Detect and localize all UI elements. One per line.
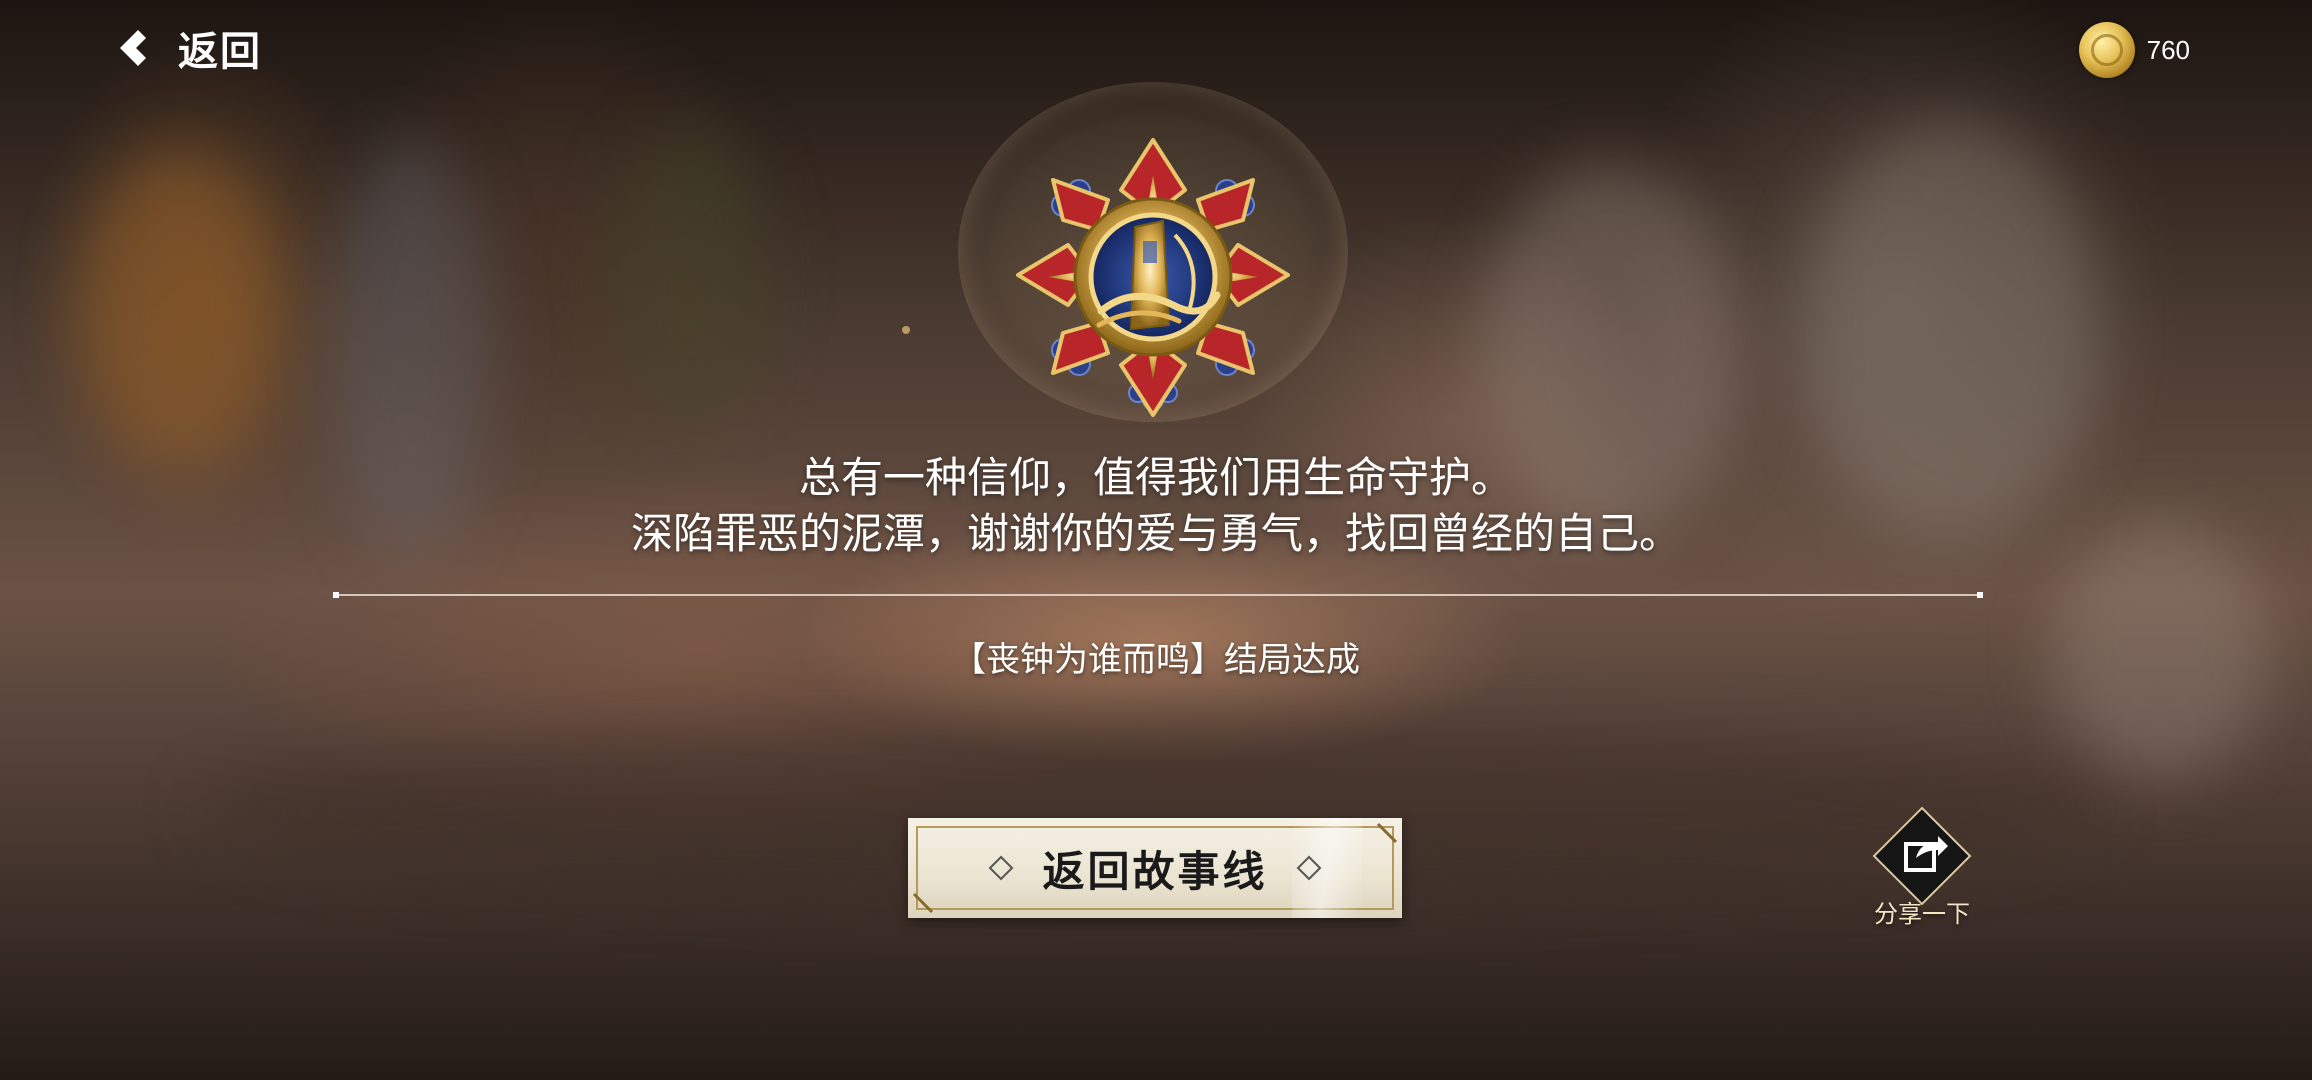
coin-counter: 760: [2078, 22, 2190, 78]
corner-ornament: [1376, 822, 1398, 844]
divider: [333, 592, 1983, 598]
back-button[interactable]: 返回: [112, 20, 262, 76]
return-storyline-label: 返回故事线: [1042, 846, 1268, 896]
medal-badge-icon: [1016, 138, 1290, 417]
return-storyline-button[interactable]: 返回故事线: [908, 818, 1402, 918]
share-icon: [1872, 806, 1972, 906]
gold-coin-icon: [2078, 22, 2135, 78]
back-chevron-icon: [120, 30, 146, 66]
diamond-ornament-icon: [1296, 855, 1321, 881]
sparkle: [902, 326, 910, 334]
ending-quote-line-1: 总有一种信仰，值得我们用生命守护。: [798, 453, 1513, 502]
background-blur: [80, 150, 280, 470]
back-label: 返回: [178, 28, 262, 75]
diamond-ornament-icon: [989, 855, 1014, 881]
share-label: 分享一下: [1874, 900, 1970, 928]
ending-quote-line-2: 深陷罪恶的泥潭，谢谢你的爱与勇气，找回曾经的自己。: [630, 509, 1681, 558]
share-button[interactable]: 分享一下: [1862, 806, 1982, 929]
background-blur: [610, 120, 770, 420]
ending-screen: 返回 760 总有一种信仰，值得我们用生命守护。 深陷罪恶的泥潭，谢谢你的爱与勇…: [0, 0, 2312, 1080]
coin-value: 760: [2146, 34, 2190, 65]
corner-ornament: [912, 892, 934, 914]
ending-achieved-text: 【丧钟为谁而鸣】结局达成: [952, 640, 1360, 680]
